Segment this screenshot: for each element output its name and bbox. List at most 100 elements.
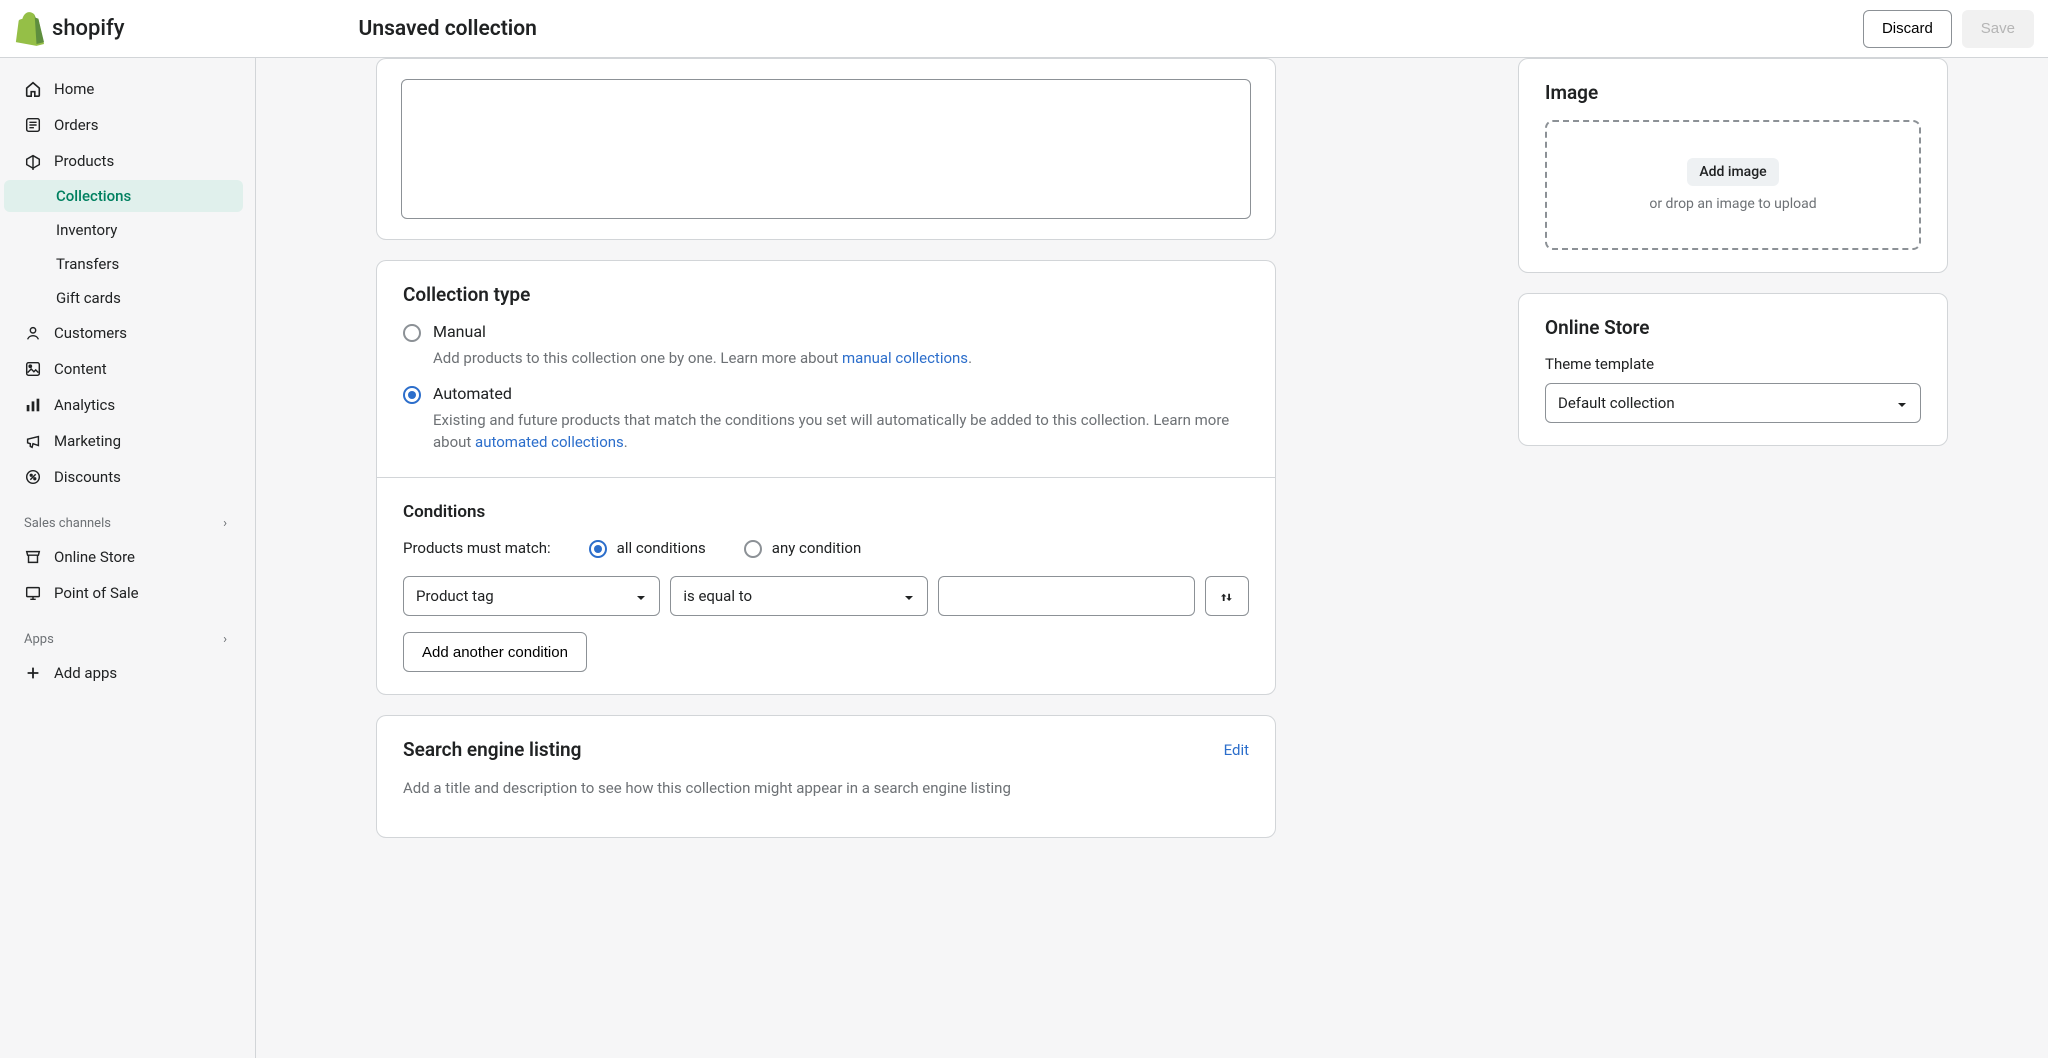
products-icon bbox=[24, 152, 42, 170]
collection-type-heading: Collection type bbox=[403, 283, 1249, 306]
nav-label: Content bbox=[54, 360, 107, 378]
add-image-button[interactable]: Add image bbox=[1687, 158, 1778, 186]
seo-edit-button[interactable]: Edit bbox=[1224, 741, 1249, 759]
nav-discounts[interactable]: Discounts bbox=[4, 460, 243, 494]
content-icon bbox=[24, 360, 42, 378]
online-store-card: Online Store Theme template Default coll… bbox=[1518, 293, 1948, 446]
radio-label: Automated bbox=[433, 384, 512, 403]
description-card bbox=[376, 58, 1276, 240]
nav-home[interactable]: Home bbox=[4, 72, 243, 106]
nav-section-label: Sales channels bbox=[24, 516, 111, 531]
home-icon bbox=[24, 80, 42, 98]
shopify-wordmark: shopify bbox=[52, 16, 125, 41]
condition-sort-button[interactable] bbox=[1205, 576, 1249, 616]
radio-label: any condition bbox=[772, 539, 861, 557]
caret-down-icon bbox=[635, 590, 647, 602]
conditions-match-label: Products must match: bbox=[403, 539, 551, 557]
nav-inventory[interactable]: Inventory bbox=[4, 214, 243, 246]
nav-section-apps[interactable]: Apps › bbox=[4, 624, 243, 654]
nav-sublabel: Gift cards bbox=[56, 289, 121, 307]
nav-label: Add apps bbox=[54, 664, 117, 682]
nav-sublabel: Inventory bbox=[56, 221, 117, 239]
discard-button[interactable]: Discard bbox=[1863, 10, 1952, 48]
nav-online-store[interactable]: Online Store bbox=[4, 540, 243, 574]
radio-unchecked-icon bbox=[403, 324, 421, 342]
conditions-match-all[interactable]: all conditions bbox=[589, 538, 706, 558]
select-value: Default collection bbox=[1558, 394, 1675, 412]
condition-field-select[interactable]: Product tag bbox=[403, 576, 660, 616]
store-icon bbox=[24, 548, 42, 566]
image-heading: Image bbox=[1545, 81, 1921, 104]
nav-label: Analytics bbox=[54, 396, 115, 414]
seo-card: Search engine listing Edit Add a title a… bbox=[376, 715, 1276, 838]
nav-products[interactable]: Products bbox=[4, 144, 243, 178]
pos-icon bbox=[24, 584, 42, 602]
radio-unchecked-icon bbox=[744, 540, 762, 558]
nav-label: Products bbox=[54, 152, 114, 170]
nav-gift-cards[interactable]: Gift cards bbox=[4, 282, 243, 314]
nav-section-label: Apps bbox=[24, 632, 54, 647]
sidebar: Home Orders Products Collections bbox=[0, 58, 256, 1058]
nav-label: Marketing bbox=[54, 432, 121, 450]
nav-point-of-sale[interactable]: Point of Sale bbox=[4, 576, 243, 610]
nav-label: Home bbox=[54, 80, 94, 98]
nav-label: Discounts bbox=[54, 468, 121, 486]
divider bbox=[377, 477, 1275, 478]
collection-type-card: Collection type Manual Add products to t… bbox=[376, 260, 1276, 695]
nav-analytics[interactable]: Analytics bbox=[4, 388, 243, 422]
chevron-right-icon[interactable]: › bbox=[223, 516, 227, 531]
conditions-heading: Conditions bbox=[403, 502, 1249, 522]
customers-icon bbox=[24, 324, 42, 342]
shopify-logo: shopify bbox=[14, 12, 125, 46]
save-button[interactable]: Save bbox=[1962, 10, 2034, 48]
marketing-icon bbox=[24, 432, 42, 450]
shopify-bag-icon bbox=[14, 12, 44, 46]
condition-value-input[interactable] bbox=[938, 576, 1195, 616]
collection-type-automated-desc: Existing and future products that match … bbox=[433, 410, 1249, 454]
seo-heading: Search engine listing bbox=[403, 738, 581, 761]
nav-add-apps[interactable]: Add apps bbox=[4, 656, 243, 690]
nav-label: Orders bbox=[54, 116, 99, 134]
manual-collections-link[interactable]: manual collections bbox=[842, 349, 968, 367]
image-drop-hint: or drop an image to upload bbox=[1649, 196, 1816, 212]
theme-template-select[interactable]: Default collection bbox=[1545, 383, 1921, 423]
nav-marketing[interactable]: Marketing bbox=[4, 424, 243, 458]
chevron-right-icon: › bbox=[223, 632, 227, 647]
select-value: Product tag bbox=[416, 587, 494, 605]
condition-operator-select[interactable]: is equal to bbox=[670, 576, 927, 616]
page-title: Unsaved collection bbox=[359, 17, 537, 41]
image-dropzone[interactable]: Add image or drop an image to upload bbox=[1545, 120, 1921, 250]
add-another-condition-button[interactable]: Add another condition bbox=[403, 632, 587, 672]
nav-label: Customers bbox=[54, 324, 127, 342]
nav-transfers[interactable]: Transfers bbox=[4, 248, 243, 280]
nav-content[interactable]: Content bbox=[4, 352, 243, 386]
select-value: is equal to bbox=[683, 587, 752, 605]
caret-down-icon bbox=[1896, 397, 1908, 409]
topbar: shopify Unsaved collection Discard Save bbox=[0, 0, 2048, 58]
conditions-match-any[interactable]: any condition bbox=[744, 538, 861, 558]
automated-collections-link[interactable]: automated collections bbox=[475, 433, 624, 451]
analytics-icon bbox=[24, 396, 42, 414]
online-store-heading: Online Store bbox=[1545, 316, 1921, 339]
radio-label: Manual bbox=[433, 322, 486, 341]
description-input[interactable] bbox=[401, 79, 1251, 219]
caret-down-icon bbox=[903, 590, 915, 602]
collection-type-manual-desc: Add products to this collection one by o… bbox=[433, 348, 1249, 370]
radio-checked-icon bbox=[589, 540, 607, 558]
nav-collections[interactable]: Collections bbox=[4, 180, 243, 212]
nav-label: Online Store bbox=[54, 548, 135, 566]
plus-icon bbox=[24, 664, 42, 682]
nav-section-sales-channels: Sales channels › bbox=[4, 508, 243, 538]
content-area: Collection type Manual Add products to t… bbox=[256, 58, 2048, 1058]
discounts-icon bbox=[24, 468, 42, 486]
theme-template-label: Theme template bbox=[1545, 355, 1921, 373]
orders-icon bbox=[24, 116, 42, 134]
nav-sublabel: Transfers bbox=[56, 255, 119, 273]
nav-label: Point of Sale bbox=[54, 584, 139, 602]
collection-type-automated[interactable]: Automated bbox=[403, 384, 1249, 404]
nav-orders[interactable]: Orders bbox=[4, 108, 243, 142]
radio-checked-icon bbox=[403, 386, 421, 404]
nav-sublabel: Collections bbox=[56, 187, 131, 205]
nav-customers[interactable]: Customers bbox=[4, 316, 243, 350]
collection-type-manual[interactable]: Manual bbox=[403, 322, 1249, 342]
